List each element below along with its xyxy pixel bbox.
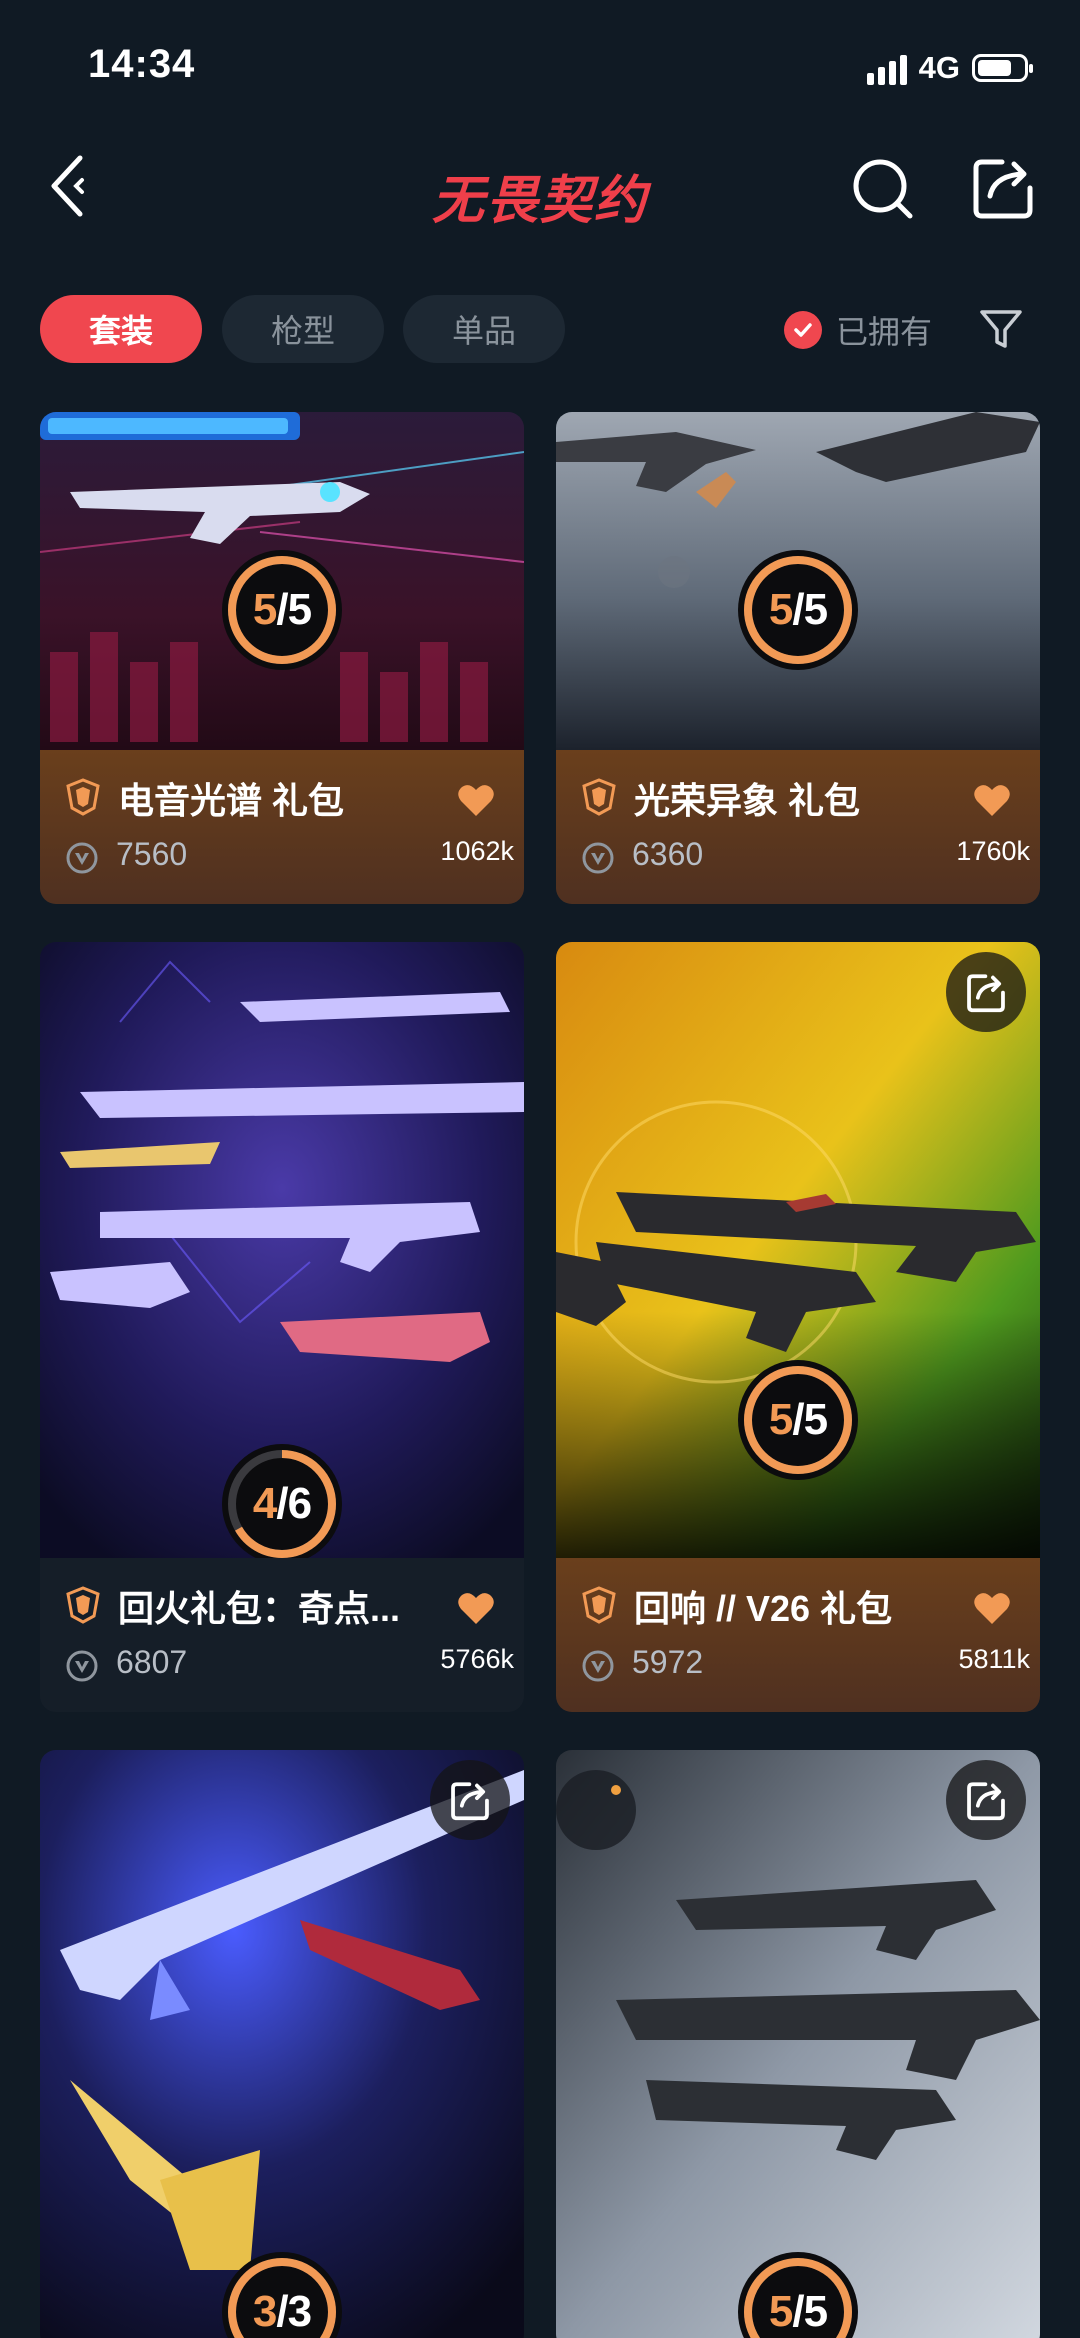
bundle-info: 光荣异象 礼包 6360 1760k bbox=[556, 750, 1040, 904]
share-icon bbox=[451, 1782, 489, 1821]
collection-progress-ring: 4/6 bbox=[222, 1444, 342, 1564]
bundle-name: 回响 // V26 礼包 bbox=[634, 1588, 893, 1629]
owned-count: 5 bbox=[252, 585, 278, 634]
bundle-info: 电音光谱 礼包 7560 1062k bbox=[40, 750, 524, 904]
owned-count: 5 bbox=[768, 2287, 794, 2336]
collection-progress-ring: 5/5 bbox=[738, 2252, 858, 2338]
like-count: 5811k bbox=[958, 1644, 1030, 1674]
total-count: /5 bbox=[792, 1395, 828, 1444]
signal-icon bbox=[866, 51, 907, 85]
collection-progress-ring: 5/5 bbox=[222, 550, 342, 670]
bundle-info: 回火礼包：奇点... 6807 5766k bbox=[40, 1558, 524, 1712]
bundle-card[interactable]: 5/5 回响 // V26 礼包 5972 5811k bbox=[556, 942, 1040, 1712]
bundle-card[interactable]: 5/5 光荣异象 礼包 6360 1760k bbox=[556, 412, 1040, 904]
card-share-button[interactable] bbox=[946, 1760, 1026, 1840]
collection-progress-ring: 5/5 bbox=[738, 550, 858, 670]
tab-bundles[interactable]: 套装 bbox=[40, 295, 202, 363]
tier-icon bbox=[66, 778, 100, 816]
like-count: 1760k bbox=[956, 836, 1030, 866]
battery-icon bbox=[972, 54, 1033, 82]
owned-count: 4 bbox=[252, 1479, 278, 1528]
bundle-image bbox=[556, 1750, 1040, 2338]
vp-currency-icon bbox=[66, 1650, 98, 1682]
bundle-price: 6360 bbox=[632, 836, 704, 872]
like-count: 1062k bbox=[440, 836, 514, 866]
total-count: /5 bbox=[792, 585, 828, 634]
total-count: /3 bbox=[276, 2287, 312, 2336]
vp-currency-icon bbox=[66, 842, 98, 874]
heart-icon[interactable] bbox=[456, 782, 496, 818]
collection-progress-ring: 3/3 bbox=[222, 2252, 342, 2338]
tier-icon bbox=[582, 778, 616, 816]
card-share-button[interactable] bbox=[430, 1760, 510, 1840]
share-icon[interactable] bbox=[968, 152, 1038, 222]
tier-icon bbox=[66, 1586, 100, 1624]
back-icon[interactable] bbox=[38, 148, 108, 224]
status-indicators: 4G bbox=[866, 48, 1033, 88]
heart-icon[interactable] bbox=[972, 782, 1012, 818]
owned-count: 5 bbox=[768, 585, 794, 634]
bundle-price: 7560 bbox=[116, 836, 188, 872]
total-count: /6 bbox=[276, 1479, 312, 1528]
bundle-card[interactable]: 5/5 bbox=[556, 1750, 1040, 2338]
bundle-name: 光荣异象 礼包 bbox=[634, 780, 861, 821]
total-count: /5 bbox=[792, 2287, 828, 2336]
heart-icon[interactable] bbox=[456, 1590, 496, 1626]
top-nav: 无畏契约 bbox=[0, 130, 1080, 242]
owned-count: 5 bbox=[768, 1395, 794, 1444]
bundle-card[interactable]: 3/3 bbox=[40, 1750, 524, 2338]
bundle-name: 电音光谱 礼包 bbox=[118, 780, 345, 821]
bundle-info: 回响 // V26 礼包 5972 5811k bbox=[556, 1558, 1040, 1712]
heart-icon[interactable] bbox=[972, 1590, 1012, 1626]
search-icon[interactable] bbox=[848, 154, 918, 224]
tier-icon bbox=[582, 1586, 616, 1624]
like-count: 5766k bbox=[440, 1644, 514, 1674]
share-icon bbox=[967, 1782, 1005, 1821]
collection-progress-ring: 5/5 bbox=[738, 1360, 858, 1480]
bundle-price: 5972 bbox=[632, 1644, 704, 1680]
status-time: 14:34 bbox=[88, 42, 196, 86]
card-share-button[interactable] bbox=[946, 952, 1026, 1032]
app-logo: 无畏契约 bbox=[431, 171, 648, 231]
vp-currency-icon bbox=[582, 1650, 614, 1682]
bundle-image bbox=[40, 1750, 524, 2338]
owned-toggle[interactable]: 已拥有 bbox=[784, 308, 932, 352]
filter-icon[interactable] bbox=[978, 306, 1024, 352]
bundle-name: 回火礼包：奇点... bbox=[118, 1588, 401, 1629]
tab-weapon-type[interactable]: 枪型 bbox=[222, 295, 384, 363]
tab-single-item[interactable]: 单品 bbox=[403, 295, 565, 363]
total-count: /5 bbox=[276, 585, 312, 634]
status-bar: 14:34 4G bbox=[0, 0, 1080, 130]
owned-count: 3 bbox=[252, 2287, 278, 2336]
checkmark-icon[interactable] bbox=[784, 311, 822, 349]
bundle-card[interactable]: 4/6 回火礼包：奇点... 6807 5766k bbox=[40, 942, 524, 1712]
bundle-card[interactable]: 5/5 电音光谱 礼包 7560 1062k bbox=[40, 412, 524, 904]
bundle-price: 6807 bbox=[116, 1644, 188, 1680]
filter-bar: 套装 枪型 单品 已拥有 bbox=[0, 290, 1080, 366]
bundle-grid: 5/5 电音光谱 礼包 7560 1062k 5/5 光荣异象 礼包 6360 … bbox=[0, 412, 1080, 2338]
network-type: 4G bbox=[918, 50, 960, 85]
share-icon bbox=[967, 974, 1005, 1013]
vp-currency-icon bbox=[582, 842, 614, 874]
owned-label: 已拥有 bbox=[836, 314, 933, 350]
